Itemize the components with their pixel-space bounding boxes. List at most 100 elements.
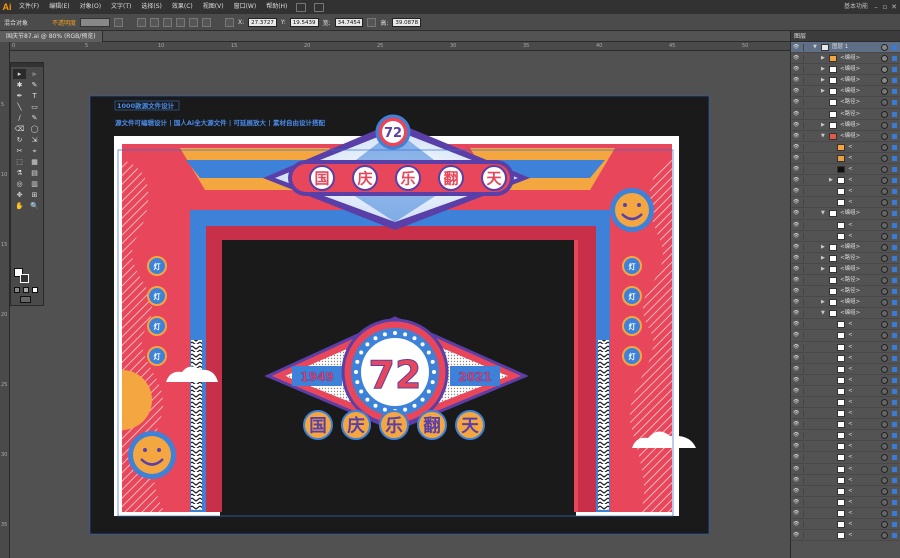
layer-row[interactable]: 👁 < [791, 319, 900, 331]
expand-arrow-icon[interactable]: ▶ [821, 53, 825, 64]
lock-toggle[interactable] [803, 509, 809, 517]
layer-row[interactable]: 👁 <路径> [791, 286, 900, 298]
layer-row[interactable]: 👁 < [791, 164, 900, 176]
layer-row[interactable]: 👁 ▶ <编组> [791, 86, 900, 98]
selection-indicator[interactable] [892, 45, 897, 50]
lock-toggle[interactable] [803, 532, 809, 540]
lock-toggle[interactable] [803, 143, 809, 151]
selection-indicator[interactable] [892, 488, 897, 494]
visibility-eye-icon[interactable]: 👁 [793, 375, 801, 386]
lock-toggle[interactable] [803, 44, 809, 51]
visibility-eye-icon[interactable]: 👁 [793, 53, 801, 64]
lock-toggle[interactable] [803, 421, 809, 429]
target-icon[interactable] [881, 532, 888, 540]
selection-indicator[interactable] [892, 388, 897, 394]
layer-row[interactable]: 👁 < [791, 475, 900, 486]
selection-indicator[interactable] [892, 466, 897, 472]
visibility-eye-icon[interactable]: 👁 [793, 42, 801, 53]
tool-button[interactable]: ╲ [13, 102, 26, 112]
selection-indicator[interactable] [892, 144, 897, 150]
layer-row[interactable]: 👁 ▶ <编组> [791, 120, 900, 131]
target-icon[interactable] [881, 387, 888, 395]
layer-row[interactable]: 👁 < [791, 430, 900, 442]
target-icon[interactable] [881, 454, 888, 462]
visibility-eye-icon[interactable]: 👁 [793, 220, 801, 231]
target-icon[interactable] [881, 132, 888, 140]
expand-arrow-icon[interactable]: ▼ [821, 131, 825, 142]
selection-indicator[interactable] [892, 133, 897, 139]
visibility-eye-icon[interactable]: 👁 [793, 364, 801, 375]
selection-indicator[interactable] [892, 355, 897, 361]
lock-toggle[interactable] [803, 55, 809, 63]
layer-row[interactable]: 👁 < [791, 530, 900, 542]
selection-indicator[interactable] [892, 377, 897, 383]
layer-row[interactable]: 👁 < [791, 397, 900, 409]
selection-indicator[interactable] [892, 411, 897, 417]
tool-button[interactable]: ∕ [13, 113, 26, 123]
target-icon[interactable] [881, 465, 888, 473]
target-icon[interactable] [881, 143, 888, 151]
selection-indicator[interactable] [892, 155, 897, 161]
color-mode-icon[interactable] [14, 287, 20, 293]
lock-toggle[interactable] [803, 232, 809, 240]
selection-indicator[interactable] [892, 522, 897, 528]
layer-row[interactable]: 👁 < [791, 231, 900, 242]
lock-toggle[interactable] [803, 210, 809, 218]
visibility-eye-icon[interactable]: 👁 [793, 497, 801, 508]
lock-toggle[interactable] [803, 99, 809, 107]
target-icon[interactable] [881, 77, 888, 85]
layer-row[interactable]: 👁 < [791, 508, 900, 520]
layer-row[interactable]: 👁 < [791, 375, 900, 386]
lock-toggle[interactable] [803, 121, 809, 129]
tool-button[interactable]: ⇲ [28, 135, 41, 145]
layer-row[interactable]: 👁 ▼ 图层 1 [791, 42, 900, 54]
target-icon[interactable] [881, 243, 888, 251]
visibility-eye-icon[interactable]: 👁 [793, 120, 801, 131]
visibility-eye-icon[interactable]: 👁 [793, 475, 801, 486]
layer-row[interactable]: 👁 ▶ <编组> [791, 242, 900, 253]
expand-arrow-icon[interactable]: ▶ [821, 297, 825, 308]
target-icon[interactable] [881, 521, 888, 529]
layer-row[interactable]: 👁 <路径> [791, 109, 900, 120]
visibility-eye-icon[interactable]: 👁 [793, 519, 801, 530]
selection-indicator[interactable] [892, 122, 897, 128]
visibility-eye-icon[interactable]: 👁 [793, 297, 801, 308]
visibility-eye-icon[interactable]: 👁 [793, 109, 801, 120]
target-icon[interactable] [881, 66, 888, 74]
target-icon[interactable] [881, 99, 888, 107]
lock-toggle[interactable] [803, 177, 809, 185]
target-icon[interactable] [881, 154, 888, 162]
lock-toggle[interactable] [803, 476, 809, 484]
layer-row[interactable]: 👁 < [791, 419, 900, 431]
target-icon[interactable] [881, 55, 888, 63]
lock-toggle[interactable] [803, 365, 809, 373]
lock-toggle[interactable] [803, 77, 809, 85]
layer-row[interactable]: 👁 <路径> [791, 275, 900, 287]
lock-toggle[interactable] [803, 465, 809, 473]
selection-indicator[interactable] [892, 78, 897, 84]
tool-button[interactable]: ✎ [28, 113, 41, 123]
target-icon[interactable] [881, 399, 888, 406]
tool-button[interactable]: ✥ [13, 190, 26, 200]
visibility-eye-icon[interactable]: 👁 [793, 397, 801, 408]
lock-toggle[interactable] [803, 399, 809, 406]
lock-toggle[interactable] [803, 332, 809, 340]
target-icon[interactable] [881, 188, 888, 196]
target-icon[interactable] [881, 199, 888, 207]
tool-button[interactable]: ⊞ [28, 190, 41, 200]
target-icon[interactable] [881, 288, 888, 296]
visibility-eye-icon[interactable]: 👁 [793, 308, 801, 319]
selection-indicator[interactable] [892, 277, 897, 283]
visibility-eye-icon[interactable]: 👁 [793, 286, 801, 297]
visibility-eye-icon[interactable]: 👁 [793, 197, 801, 208]
selection-indicator[interactable] [892, 289, 897, 295]
lock-toggle[interactable] [803, 443, 809, 451]
lock-toggle[interactable] [803, 166, 809, 174]
target-icon[interactable] [881, 487, 888, 495]
lock-toggle[interactable] [803, 432, 809, 440]
target-icon[interactable] [881, 299, 888, 307]
lock-toggle[interactable] [803, 354, 809, 362]
layer-row[interactable]: 👁 < [791, 486, 900, 497]
visibility-eye-icon[interactable]: 👁 [793, 131, 801, 142]
expand-arrow-icon[interactable]: ▶ [821, 120, 825, 131]
